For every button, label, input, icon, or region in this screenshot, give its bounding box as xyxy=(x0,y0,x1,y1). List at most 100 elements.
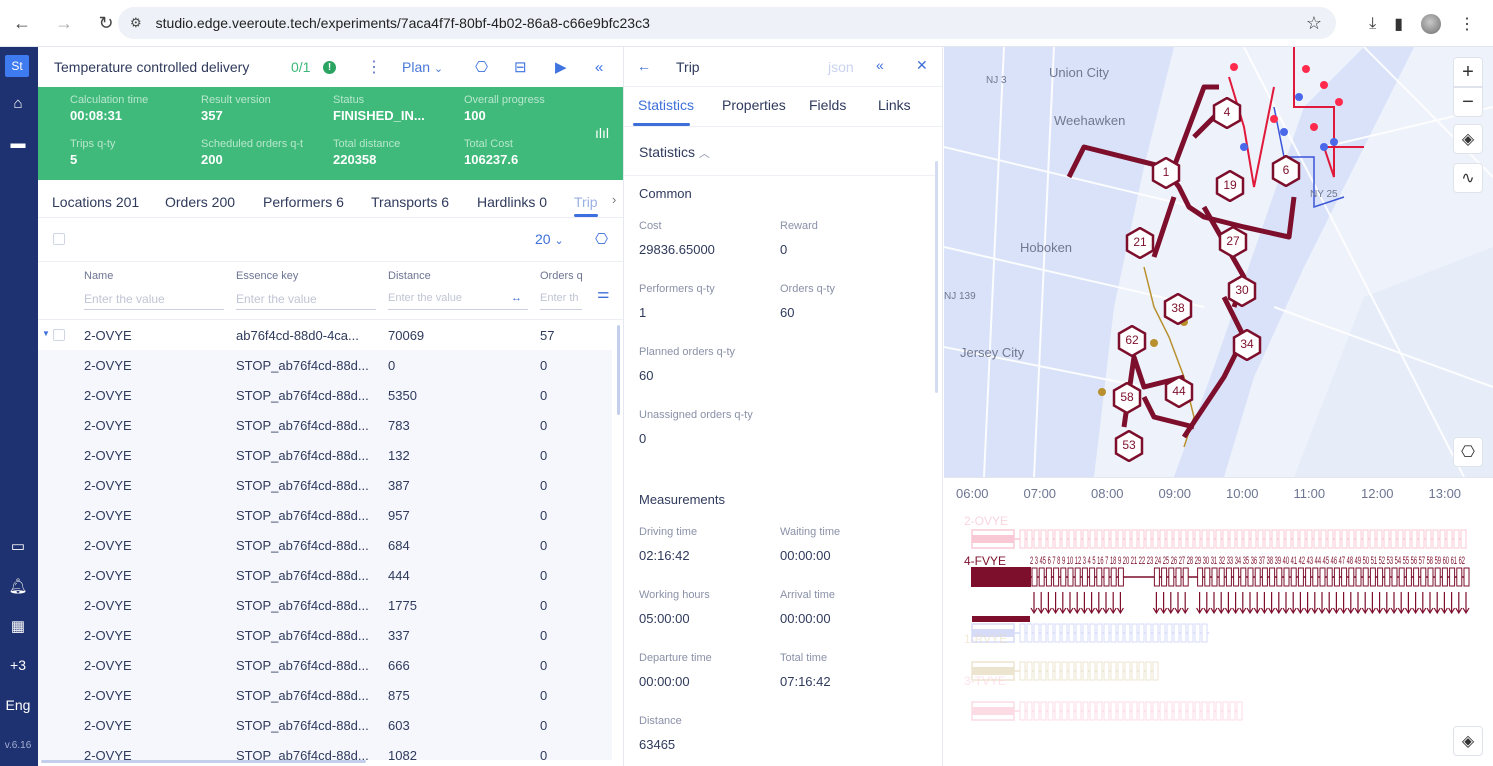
table-row[interactable]: ▼ 2-OVYE ab76f4cd-88d0-4ca... 70069 57 xyxy=(38,320,612,350)
column-header-name[interactable]: Name xyxy=(84,270,113,282)
trip-stop-marker[interactable]: 53 xyxy=(1114,429,1144,463)
timeline-stop-block[interactable] xyxy=(1187,701,1194,721)
timeline-stop-block[interactable] xyxy=(1391,567,1398,587)
timeline-stop-block[interactable] xyxy=(1089,661,1096,681)
timeline-stop-block[interactable] xyxy=(1103,567,1110,587)
timeline-stop-block[interactable] xyxy=(1138,661,1145,681)
select-all-checkbox[interactable] xyxy=(53,233,65,245)
timeline-stop-block[interactable] xyxy=(1257,529,1264,549)
filter-distance-input[interactable]: Enter the value ↔ xyxy=(388,290,528,310)
timeline-stop-block[interactable] xyxy=(1117,567,1124,587)
tab-statistics[interactable]: Statistics xyxy=(638,97,694,113)
timeline-stop-block[interactable] xyxy=(1439,529,1446,549)
column-header-essence-key[interactable]: Essence key xyxy=(236,270,298,282)
timeline-stop-block[interactable] xyxy=(1313,529,1320,549)
timeline-stop-block[interactable] xyxy=(1060,567,1067,587)
timeline-stop-block[interactable] xyxy=(1124,529,1131,549)
back-arrow-icon[interactable]: ← xyxy=(637,58,651,74)
timeline-stop-block[interactable] xyxy=(1131,701,1138,721)
column-header-distance[interactable]: Distance xyxy=(388,270,431,282)
timeline-stop-block[interactable] xyxy=(1463,567,1470,587)
timeline-trip-label[interactable]: 1-RVYE xyxy=(964,632,1007,646)
timeline-stop-block[interactable] xyxy=(1040,661,1047,681)
timeline-stop-block[interactable] xyxy=(1153,567,1160,587)
timeline-stop-block[interactable] xyxy=(1026,529,1033,549)
timeline-stop-block[interactable] xyxy=(1075,701,1082,721)
timeline-stop-block[interactable] xyxy=(1297,567,1304,587)
timeline-stop-block[interactable] xyxy=(1306,529,1313,549)
url-text[interactable]: studio.edge.veeroute.tech/experiments/7a… xyxy=(156,15,650,31)
expand-row-icon[interactable]: ▼ xyxy=(42,329,50,338)
timeline-trip-label[interactable]: 2-OVYE xyxy=(964,514,1008,528)
more-options-icon[interactable]: ⋮ xyxy=(366,57,382,77)
timeline-stop-block[interactable] xyxy=(1420,567,1427,587)
timeline-stop-block[interactable] xyxy=(1110,623,1117,643)
address-bar[interactable]: ⚙ studio.edge.veeroute.tech/experiments/… xyxy=(118,7,1336,39)
timeline-stop-block[interactable] xyxy=(1117,701,1124,721)
timeline-stop-block[interactable] xyxy=(1068,529,1075,549)
timeline-stop-block[interactable] xyxy=(1326,567,1333,587)
timeline-stop-block[interactable] xyxy=(1225,567,1232,587)
trip-stop-marker[interactable]: 34 xyxy=(1232,328,1262,362)
timeline-stop-block[interactable] xyxy=(1054,701,1061,721)
timeline-stop-block[interactable] xyxy=(1019,623,1026,643)
timeline-stop-block[interactable] xyxy=(1033,661,1040,681)
tab-hardlinks[interactable]: Hardlinks 0 xyxy=(477,194,547,210)
timeline-stop-block[interactable] xyxy=(1152,529,1159,549)
filter-orders-input[interactable]: Enter th xyxy=(540,290,582,310)
timeline-stop-block[interactable] xyxy=(1019,529,1026,549)
timeline-stop-block[interactable] xyxy=(1159,529,1166,549)
timeline-stop-block[interactable] xyxy=(1019,701,1026,721)
timeline-stop-block[interactable] xyxy=(1166,529,1173,549)
timeline-stop-block[interactable] xyxy=(1261,567,1268,587)
plan-dropdown[interactable]: Plan ⌄ xyxy=(402,59,443,75)
table-row[interactable]: 2-OVYE STOP_ab76f4cd-88d... 666 0 xyxy=(38,650,612,680)
timeline-stop-block[interactable] xyxy=(1054,529,1061,549)
trip-stop-marker[interactable]: 4 xyxy=(1212,96,1242,130)
home-icon[interactable]: ⌂ xyxy=(0,95,36,112)
timeline-stop-block[interactable] xyxy=(1236,529,1243,549)
timeline-stop-block[interactable] xyxy=(1222,701,1229,721)
chart-bars-icon[interactable]: ılıl xyxy=(595,125,609,141)
bell-icon[interactable]: 🔔︎ xyxy=(0,577,36,595)
timeline-stop-block[interactable] xyxy=(1110,567,1117,587)
timeline-stop-block[interactable] xyxy=(1089,701,1096,721)
timeline-stop-block[interactable] xyxy=(1333,567,1340,587)
timeline-stop-block[interactable] xyxy=(1152,701,1159,721)
timeline-stop-block[interactable] xyxy=(1197,567,1204,587)
timeline-stop-block[interactable] xyxy=(1175,567,1182,587)
timeline-stop-block[interactable] xyxy=(1283,567,1290,587)
trip-stop-marker[interactable]: 38 xyxy=(1163,292,1193,326)
timeline-stop-block[interactable] xyxy=(1054,661,1061,681)
timeline-stop-block[interactable] xyxy=(1045,567,1052,587)
timeline-stop-block[interactable] xyxy=(1082,529,1089,549)
timeline-stop-block[interactable] xyxy=(1131,623,1138,643)
timeline-stop-block[interactable] xyxy=(1145,661,1152,681)
timeline-stop-block[interactable] xyxy=(1446,529,1453,549)
timeline-stop-block[interactable] xyxy=(1218,567,1225,587)
timeline-stop-block[interactable] xyxy=(1117,529,1124,549)
timeline-stop-block[interactable] xyxy=(1369,567,1376,587)
timeline-stop-block[interactable] xyxy=(1187,529,1194,549)
timeline-stop-block[interactable] xyxy=(1215,701,1222,721)
timeline-stop-block[interactable] xyxy=(1068,623,1075,643)
timeline-stop-block[interactable] xyxy=(1033,701,1040,721)
timeline-stop-block[interactable] xyxy=(1398,567,1405,587)
apps-grid-icon[interactable]: ▦ xyxy=(0,617,36,635)
table-row[interactable]: 2-OVYE STOP_ab76f4cd-88d... 875 0 xyxy=(38,680,612,710)
profile-avatar[interactable] xyxy=(1421,13,1441,34)
tab-locations[interactable]: Locations 201 xyxy=(52,194,139,210)
timeline-stop-block[interactable] xyxy=(1145,623,1152,643)
timeline-stop-block[interactable] xyxy=(1103,529,1110,549)
timeline-stop-block[interactable] xyxy=(1061,701,1068,721)
timeline-stop-block[interactable] xyxy=(1061,529,1068,549)
timeline-stop-block[interactable] xyxy=(1362,529,1369,549)
timeline-stop-block[interactable] xyxy=(1110,701,1117,721)
timeline-stop-block[interactable] xyxy=(1355,567,1362,587)
timeline-stop-block[interactable] xyxy=(1047,529,1054,549)
timeline-stop-block[interactable] xyxy=(1305,567,1312,587)
trip-stop-marker[interactable]: 19 xyxy=(1215,169,1245,203)
language-switch[interactable]: Eng xyxy=(0,697,36,713)
timeline-stop-block[interactable] xyxy=(1425,529,1432,549)
timeline-stop-block[interactable] xyxy=(1201,623,1208,643)
